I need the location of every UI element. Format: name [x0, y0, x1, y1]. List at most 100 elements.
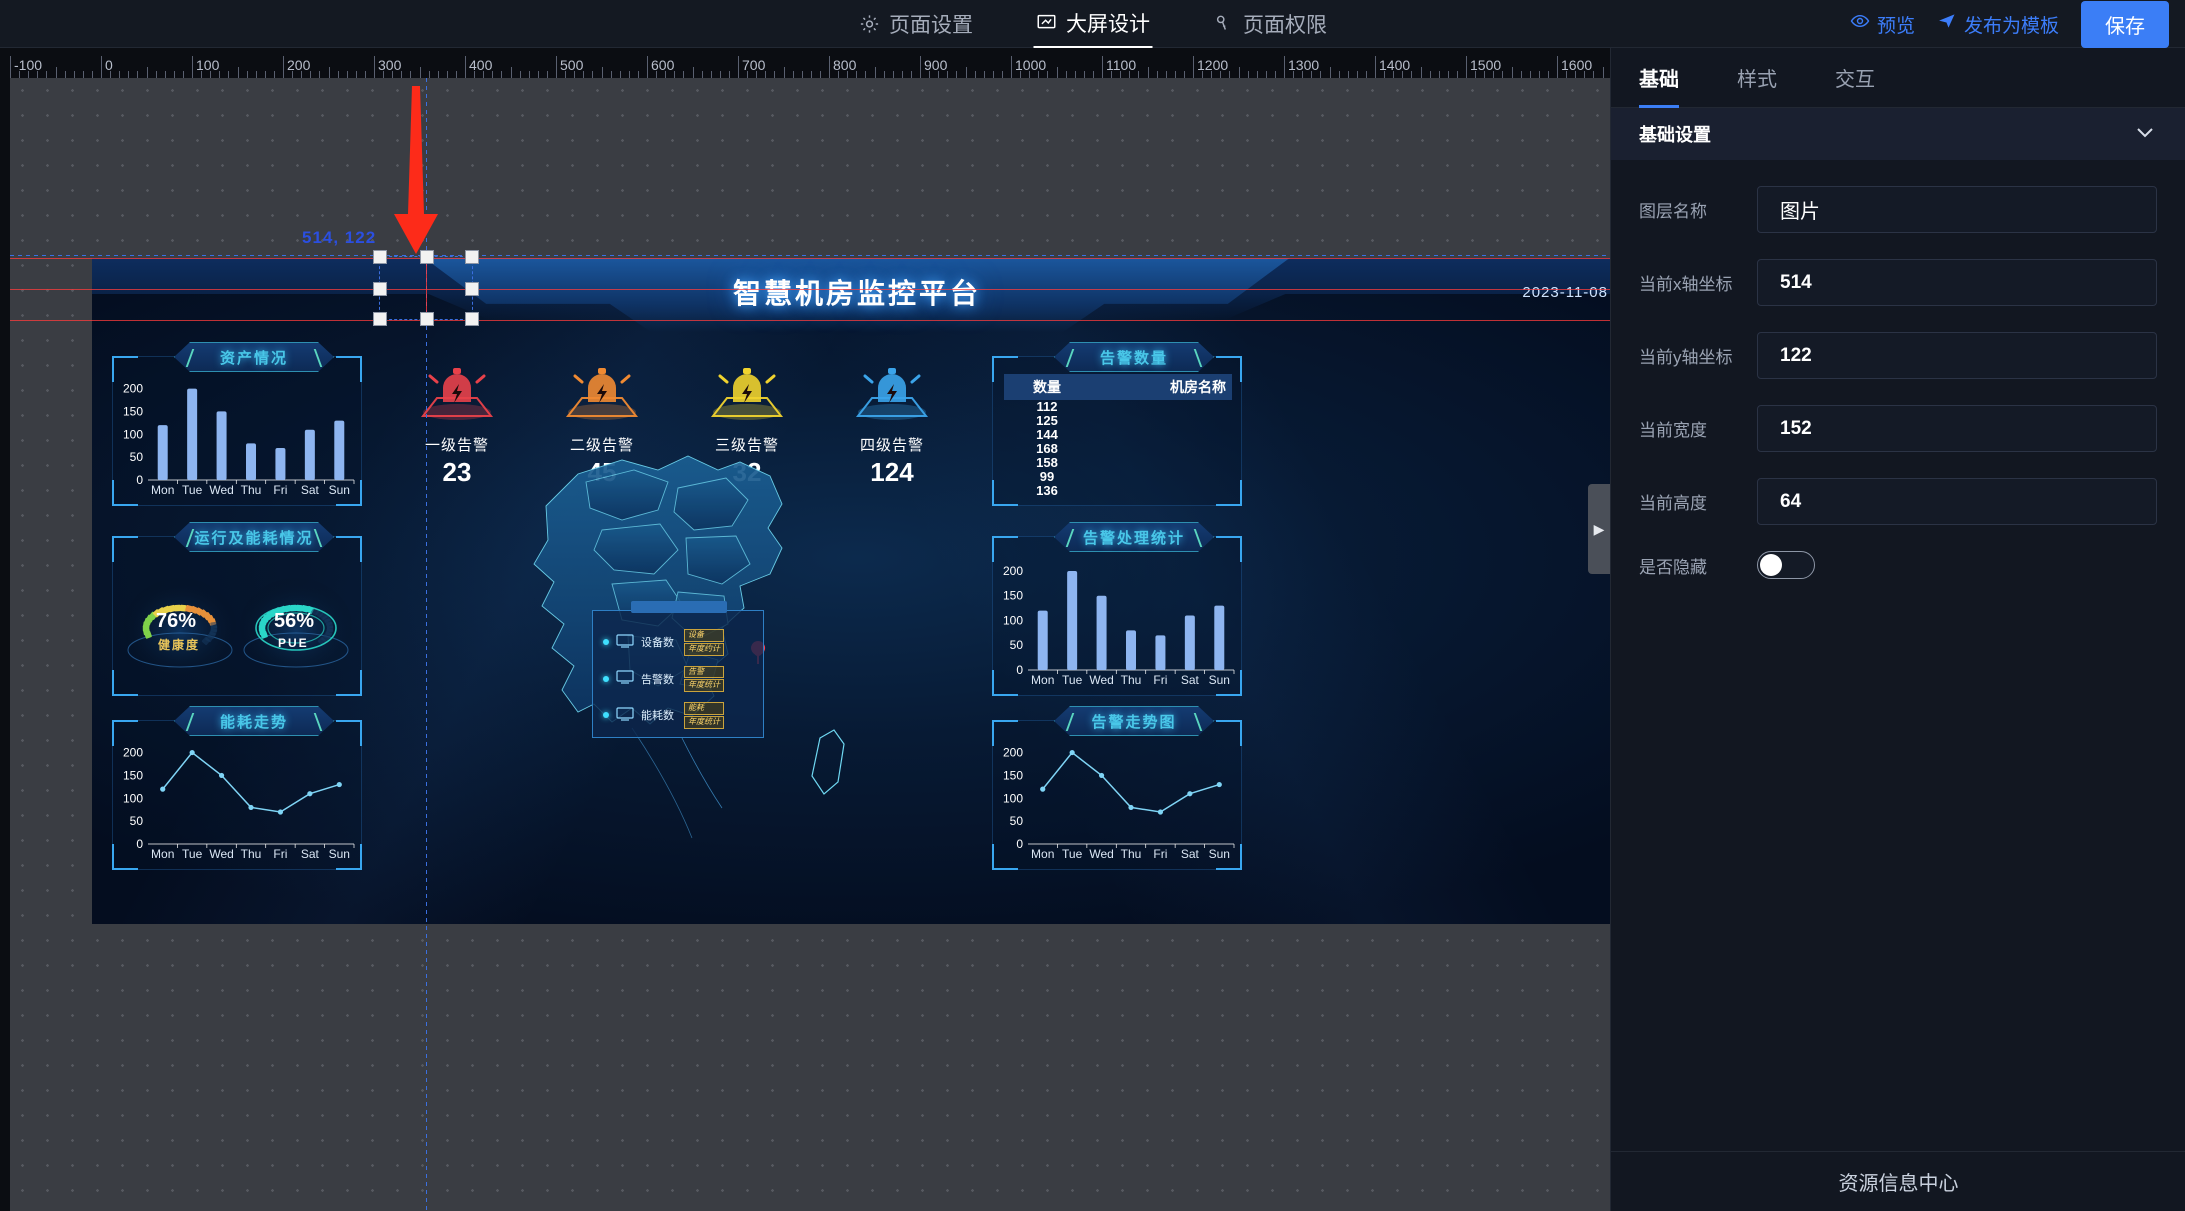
svg-text:100: 100 [123, 791, 143, 805]
ruler-minor-tick [474, 71, 475, 78]
ruler-minor-tick [256, 71, 257, 78]
ruler-minor-tick [1493, 71, 1494, 78]
vertical-ruler[interactable] [0, 78, 10, 1211]
preview-button[interactable]: 预览 [1850, 11, 1915, 38]
ruler-minor-tick [620, 71, 621, 78]
svg-text:Sat: Sat [1181, 673, 1200, 687]
save-button[interactable]: 保存 [2081, 1, 2169, 48]
ruler-minor-tick [238, 67, 239, 78]
section-basic-settings[interactable]: 基础设置 [1611, 108, 2185, 160]
toggle-knob [1760, 554, 1782, 576]
ruler-minor-tick [1339, 71, 1340, 78]
popup-icon [615, 669, 635, 688]
tab-basic[interactable]: 基础 [1639, 48, 1679, 108]
svg-text:Fri: Fri [273, 483, 287, 497]
ruler-minor-tick [592, 71, 593, 78]
ruler-major-tick [10, 56, 11, 78]
table-row[interactable]: 158 [1004, 456, 1090, 470]
alarm-count-table[interactable]: 数量 机房名称 11212514416815899136 [1004, 374, 1232, 498]
ruler-minor-tick [410, 71, 411, 78]
ruler-minor-tick [1348, 71, 1349, 78]
ruler-minor-tick [1157, 71, 1158, 78]
ruler-minor-tick [1603, 67, 1604, 78]
properties-tab-group: 基础 样式 交互 [1611, 48, 2185, 108]
ruler-minor-tick [583, 71, 584, 78]
chart-gauges [118, 554, 358, 690]
tab-style[interactable]: 样式 [1737, 48, 1777, 108]
ruler-minor-tick [1175, 71, 1176, 78]
big-screen-preview[interactable]: 智慧机房监控平台 2023-11-08 资产情况 050100150200Mon… [92, 258, 1610, 924]
publish-template-button[interactable]: 发布为模板 [1937, 11, 2059, 38]
hidden-toggle[interactable] [1757, 551, 1815, 579]
ruler-minor-tick [1084, 71, 1085, 78]
ruler-minor-tick [128, 71, 129, 78]
design-canvas[interactable]: 智慧机房监控平台 2023-11-08 资产情况 050100150200Mon… [10, 78, 1610, 1211]
popup-icon [615, 706, 635, 725]
ruler-minor-tick [1384, 71, 1385, 78]
panel-collapse-handle[interactable]: ▶ [1588, 484, 1610, 574]
ruler-minor-tick [1502, 71, 1503, 78]
ruler-major-tick [101, 56, 102, 78]
tab-screen-design[interactable]: 大屏设计 [1033, 0, 1152, 48]
resize-handle-w[interactable] [373, 282, 387, 296]
ruler-minor-tick [1548, 71, 1549, 78]
ruler-minor-tick [74, 71, 75, 78]
resize-handle-se[interactable] [465, 312, 479, 326]
ruler-minor-tick [956, 71, 957, 78]
horizontal-ruler[interactable]: -100010020030040050060070080090010001100… [0, 48, 1610, 78]
resize-handle-s[interactable] [420, 312, 434, 326]
ruler-minor-tick [401, 71, 402, 78]
table-row[interactable]: 125 [1004, 414, 1090, 428]
ruler-minor-tick [1211, 71, 1212, 78]
svg-text:Tue: Tue [182, 847, 203, 861]
top-toolbar: 页面设置 大屏设计 页面权限 [0, 0, 2185, 48]
svg-text:Fri: Fri [273, 847, 287, 861]
ruler-minor-tick [802, 71, 803, 78]
ruler-major-tick [829, 56, 830, 78]
ruler-major-tick [1011, 56, 1012, 78]
resize-handle-nw[interactable] [373, 250, 387, 264]
ruler-minor-tick [693, 67, 694, 78]
ruler-minor-tick [1138, 71, 1139, 78]
x-coordinate-input[interactable] [1757, 259, 2157, 306]
ruler-minor-tick [1293, 71, 1294, 78]
ruler-major-tick [647, 56, 648, 78]
tab-page-permission[interactable]: 页面权限 [1210, 0, 1329, 48]
map-info-popup[interactable]: 设备数设备年度约计告警数告警年度统计能耗数能耗年度统计 [592, 610, 764, 738]
table-row[interactable]: 144 [1004, 428, 1090, 442]
field-width-label: 当前宽度 [1639, 416, 1757, 441]
table-row[interactable]: 136 [1004, 484, 1090, 498]
popup-row: 设备数设备年度约计 [603, 629, 724, 656]
svg-text:0: 0 [136, 473, 143, 487]
tab-interaction[interactable]: 交互 [1835, 48, 1875, 108]
ruler-minor-tick [1111, 71, 1112, 78]
ruler-minor-tick [1257, 71, 1258, 78]
layer-name-input[interactable] [1757, 186, 2157, 233]
width-input[interactable] [1757, 405, 2157, 452]
ruler-minor-tick [875, 67, 876, 78]
height-input[interactable] [1757, 478, 2157, 525]
ruler-minor-tick [1512, 67, 1513, 78]
ruler-major-tick [1102, 56, 1103, 78]
ruler-minor-tick [856, 71, 857, 78]
resize-handle-ne[interactable] [465, 250, 479, 264]
table-row[interactable]: 99 [1004, 470, 1090, 484]
ruler-minor-tick [265, 71, 266, 78]
svg-text:100: 100 [1003, 791, 1023, 805]
resize-handle-sw[interactable] [373, 312, 387, 326]
svg-text:150: 150 [1003, 589, 1023, 603]
ruler-major-tick [283, 56, 284, 78]
ruler-minor-tick [356, 71, 357, 78]
ruler-minor-tick [1075, 71, 1076, 78]
resize-handle-e[interactable] [465, 282, 479, 296]
tab-page-settings[interactable]: 页面设置 [856, 0, 975, 48]
ruler-major-tick [192, 56, 193, 78]
table-body: 11212514416815899136 [1004, 400, 1232, 498]
table-row[interactable]: 112 [1004, 400, 1090, 414]
ruler-minor-tick [711, 71, 712, 78]
y-coordinate-input[interactable] [1757, 332, 2157, 379]
ruler-minor-tick [274, 71, 275, 78]
ruler-minor-tick [1266, 71, 1267, 78]
table-row[interactable]: 168 [1004, 442, 1090, 456]
ruler-minor-tick [793, 71, 794, 78]
